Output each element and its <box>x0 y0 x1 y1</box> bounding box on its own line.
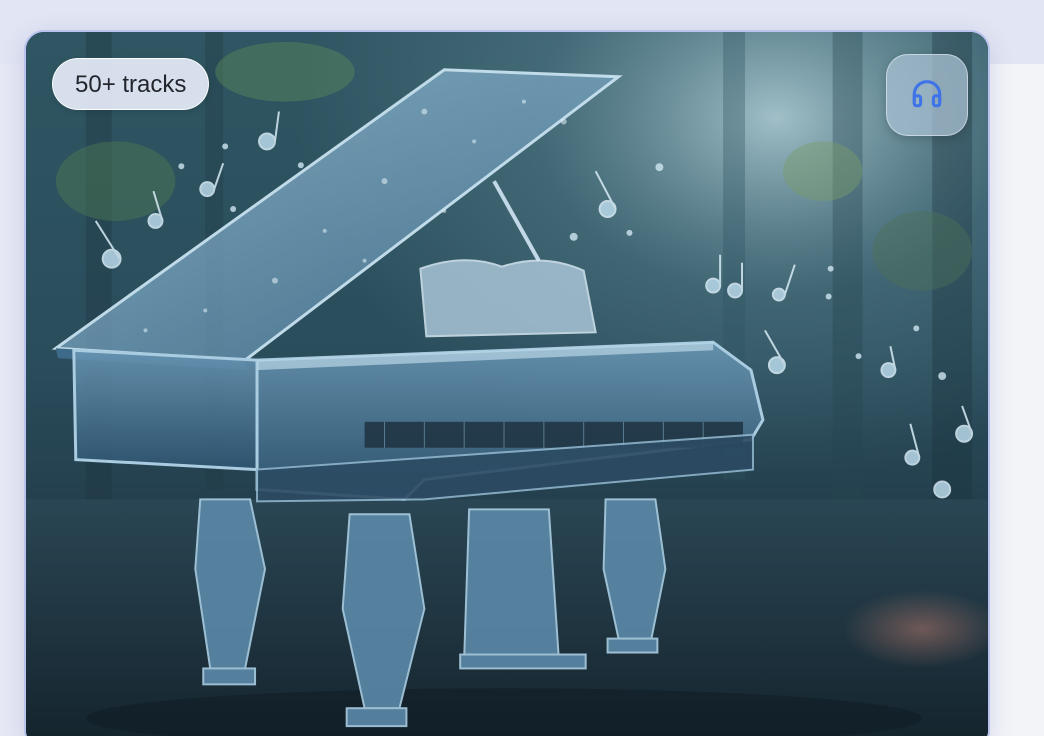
piano-artwork-image <box>26 32 988 736</box>
track-count-badge: 50+ tracks <box>52 58 210 110</box>
music-card[interactable]: 50+ tracks <box>24 30 990 736</box>
right-side-panel <box>990 64 1044 736</box>
headphones-icon <box>910 76 944 115</box>
listen-button[interactable] <box>886 54 968 136</box>
